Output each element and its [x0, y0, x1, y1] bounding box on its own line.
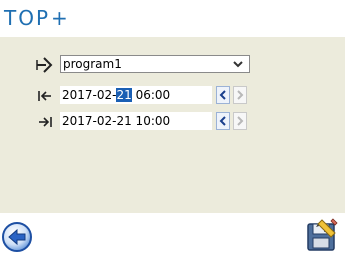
chevron-down-icon	[232, 57, 244, 71]
save-button[interactable]	[306, 218, 338, 252]
start-day-selected: 21	[116, 88, 132, 102]
save-icon	[307, 218, 338, 251]
program-select[interactable]: program1	[60, 55, 250, 73]
program-select-value: program1	[63, 57, 122, 71]
footer	[0, 213, 345, 253]
header: TOP+	[0, 0, 345, 36]
end-datetime-field[interactable]: 2017-02-21 10:00	[60, 112, 212, 130]
start-increment-button[interactable]	[233, 86, 247, 104]
app-logo: TOP+	[4, 7, 70, 29]
end-decrement-button[interactable]	[216, 112, 230, 130]
chevron-left-icon	[219, 116, 226, 126]
back-button[interactable]	[1, 221, 33, 253]
back-arrow-icon	[2, 222, 32, 252]
chevron-right-icon	[237, 90, 244, 100]
logo-plus: +	[51, 6, 70, 30]
start-time: 06:00	[131, 88, 171, 102]
logo-text: TOP	[4, 6, 51, 30]
start-date-prefix: 2017-02-	[62, 88, 117, 102]
start-datetime-field[interactable]: 2017-02-21 06:00	[60, 86, 212, 104]
chevron-right-icon	[237, 116, 244, 126]
start-decrement-button[interactable]	[216, 86, 230, 104]
main-panel: program1 2017-02-21 06:00 2017-02-21 10:…	[0, 37, 345, 213]
end-increment-button[interactable]	[233, 112, 247, 130]
chevron-left-icon	[219, 90, 226, 100]
